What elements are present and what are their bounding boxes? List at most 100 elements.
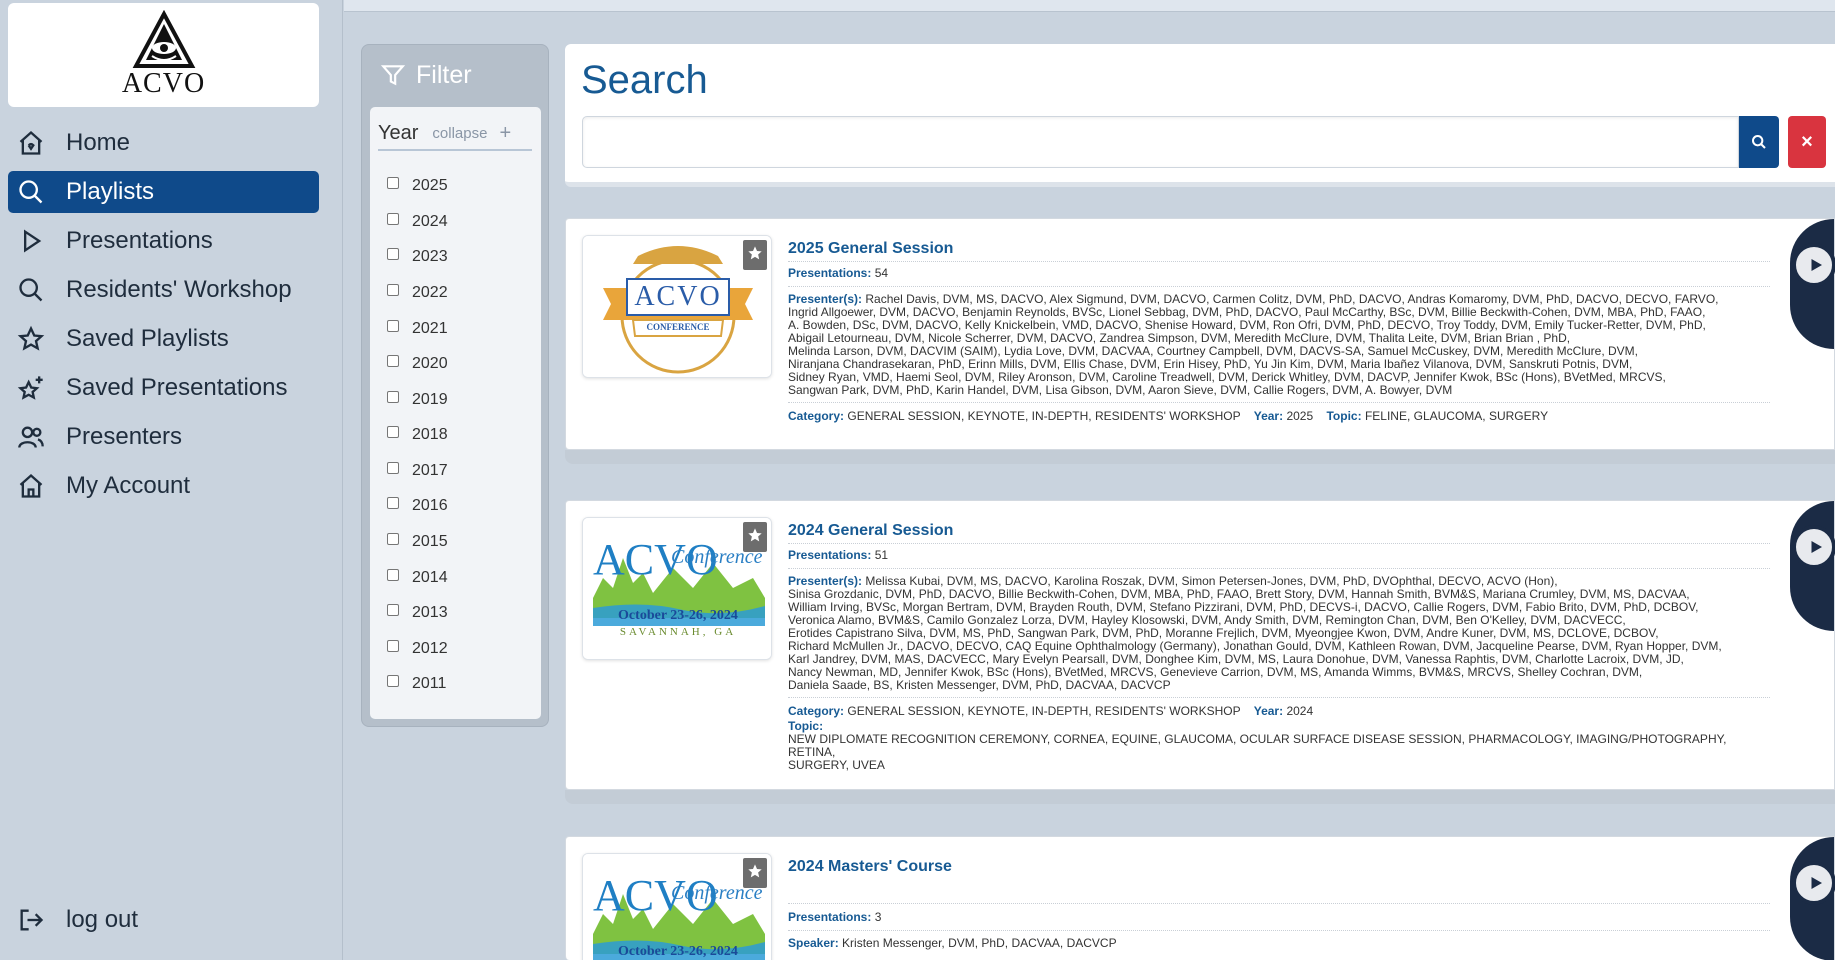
year-option-2023[interactable]: 2023 xyxy=(387,247,448,267)
year-option-2018[interactable]: 2018 xyxy=(387,425,448,445)
year-option-2011[interactable]: 2011 xyxy=(387,674,446,694)
playlist-meta: Category: GENERAL SESSION, KEYNOTE, IN-D… xyxy=(788,410,1770,423)
presentations-count: Presentations: 54 xyxy=(788,267,1770,281)
field-label: Presenter(s): xyxy=(788,574,863,588)
year-option-2013[interactable]: 2013 xyxy=(387,603,448,623)
divider xyxy=(788,261,1770,262)
save-playlist-button[interactable] xyxy=(743,858,767,888)
year-checkbox[interactable] xyxy=(387,675,399,687)
play-playlist-button[interactable] xyxy=(1792,525,1835,569)
playlist-thumbnail[interactable]: ACVO CONFERENCE xyxy=(582,235,772,378)
clear-search-button[interactable]: × xyxy=(1788,116,1826,168)
playlist-title[interactable]: 2024 General Session xyxy=(788,521,1770,541)
search-panel: Search × xyxy=(565,44,1835,187)
field-label: Category: xyxy=(788,409,845,423)
year-option-2015[interactable]: 2015 xyxy=(387,532,448,552)
year-checkbox[interactable] xyxy=(387,213,399,225)
playlist-card[interactable]: ACVO CONFERENCE 2025 General Session Pre… xyxy=(565,218,1835,450)
year-checkbox[interactable] xyxy=(387,426,399,438)
filter-panel: Filter Year collapse + 2025 2024 2023 20… xyxy=(361,44,549,727)
sidebar-item-presentations[interactable]: Presentations xyxy=(8,220,319,262)
year-option-label: 2014 xyxy=(412,569,448,586)
year-option-label: 2016 xyxy=(412,497,448,514)
year-checkbox[interactable] xyxy=(387,320,399,332)
year-option-2021[interactable]: 2021 xyxy=(387,319,448,339)
logo-text: ACVO xyxy=(121,68,206,99)
field-label: Category: xyxy=(788,704,845,718)
logout-button[interactable]: log out xyxy=(8,899,319,941)
year-option-2025[interactable]: 2025 xyxy=(387,176,448,196)
year-option-2020[interactable]: 2020 xyxy=(387,354,448,374)
collapse-link[interactable]: collapse xyxy=(432,125,487,142)
playlist-thumbnail[interactable]: ACVO Conference October 23-26, 2024 SAVA… xyxy=(582,517,772,660)
year-checkbox[interactable] xyxy=(387,355,399,367)
year-option-label: 2025 xyxy=(412,177,448,194)
sidebar-item-label: Saved Playlists xyxy=(66,325,229,352)
play-icon xyxy=(1811,259,1822,271)
sidebar-item-label: My Account xyxy=(66,472,191,499)
card-footer xyxy=(565,790,1835,804)
playlist-title[interactable]: 2025 General Session xyxy=(788,239,1770,259)
year-option-label: 2021 xyxy=(412,320,448,337)
year-group-label: Year xyxy=(378,121,419,144)
year-option-2012[interactable]: 2012 xyxy=(387,639,448,659)
divider xyxy=(788,568,1770,569)
save-playlist-button[interactable] xyxy=(743,240,767,270)
field-label: Year: xyxy=(1253,409,1284,423)
sidebar-item-presenters[interactable]: Presenters xyxy=(8,416,319,458)
year-checkbox[interactable] xyxy=(387,284,399,296)
search-button[interactable] xyxy=(1739,116,1779,168)
year-checkbox[interactable] xyxy=(387,462,399,474)
field-label: Topic: xyxy=(1326,409,1362,423)
year-checkbox[interactable] xyxy=(387,640,399,652)
year-checkbox[interactable] xyxy=(387,177,399,189)
top-bar xyxy=(344,0,1835,12)
playlist-details: 2024 General Session Presentations: 51 P… xyxy=(788,521,1770,772)
sidebar: ACVO Home Playlists Presentations Reside… xyxy=(0,0,343,960)
year-checkbox[interactable] xyxy=(387,391,399,403)
playlist-title[interactable]: 2024 Masters' Course xyxy=(788,857,1770,877)
sidebar-item-playlists[interactable]: Playlists xyxy=(8,171,319,213)
year-option-label: 2012 xyxy=(412,640,448,657)
year-checkbox[interactable] xyxy=(387,533,399,545)
speaker-value: Kristen Messenger, DVM, PhD, DACVAA, DAC… xyxy=(842,936,1117,950)
play-icon xyxy=(1811,877,1822,889)
year-option-2014[interactable]: 2014 xyxy=(387,568,448,588)
presenter-line: Daniela Saade, BS, Kristen Messenger, DV… xyxy=(788,678,1171,692)
year-checkbox[interactable] xyxy=(387,497,399,509)
presenters-list: Presenter(s): Melissa Kubai, DVM, MS, DA… xyxy=(788,575,1770,692)
save-playlist-button[interactable] xyxy=(743,522,767,552)
logout-label: log out xyxy=(66,906,139,933)
search-input[interactable] xyxy=(582,116,1739,168)
year-option-2017[interactable]: 2017 xyxy=(387,461,448,481)
year-option-2019[interactable]: 2019 xyxy=(387,390,448,410)
year-checkbox[interactable] xyxy=(387,604,399,616)
field-label: Presentations: xyxy=(788,910,872,924)
star-icon xyxy=(16,324,46,354)
acvo-logo[interactable]: ACVO xyxy=(8,3,319,107)
year-checkbox[interactable] xyxy=(387,248,399,260)
thumbnail-city: SAVANNAH, GA xyxy=(619,626,737,638)
sidebar-item-saved-playlists[interactable]: Saved Playlists xyxy=(8,318,319,360)
filter-body: Year collapse + 2025 2024 2023 2022 2021… xyxy=(370,107,541,719)
playlist-thumbnail[interactable]: ACVO Conference October 23-26, 2024 xyxy=(582,853,772,960)
sidebar-item-residents-workshop[interactable]: Residents' Workshop xyxy=(8,269,319,311)
presenter-line: Melissa Kubai, DVM, MS, DACVO, Karolina … xyxy=(865,574,1558,588)
presenter-line: Rachel Davis, DVM, MS, DACVO, Alex Sigmu… xyxy=(865,292,1719,306)
star-icon xyxy=(748,528,762,542)
sidebar-item-home[interactable]: Home xyxy=(8,122,319,164)
expand-plus-icon[interactable]: + xyxy=(499,122,511,145)
play-playlist-button[interactable] xyxy=(1792,861,1835,905)
year-option-2024[interactable]: 2024 xyxy=(387,212,448,232)
playlist-details: 2025 General Session Presentations: 54 P… xyxy=(788,239,1770,423)
year-option-2016[interactable]: 2016 xyxy=(387,496,448,516)
divider xyxy=(788,697,1770,698)
year-checkbox[interactable] xyxy=(387,569,399,581)
play-playlist-button[interactable] xyxy=(1792,243,1835,287)
field-value: 54 xyxy=(874,266,889,280)
playlist-card[interactable]: ACVO Conference October 23-26, 2024 SAVA… xyxy=(565,500,1835,790)
year-option-2022[interactable]: 2022 xyxy=(387,283,448,303)
playlist-card[interactable]: ACVO Conference October 23-26, 2024 2024… xyxy=(565,836,1835,960)
sidebar-item-my-account[interactable]: My Account xyxy=(8,465,319,507)
sidebar-item-saved-presentations[interactable]: Saved Presentations xyxy=(8,367,319,409)
